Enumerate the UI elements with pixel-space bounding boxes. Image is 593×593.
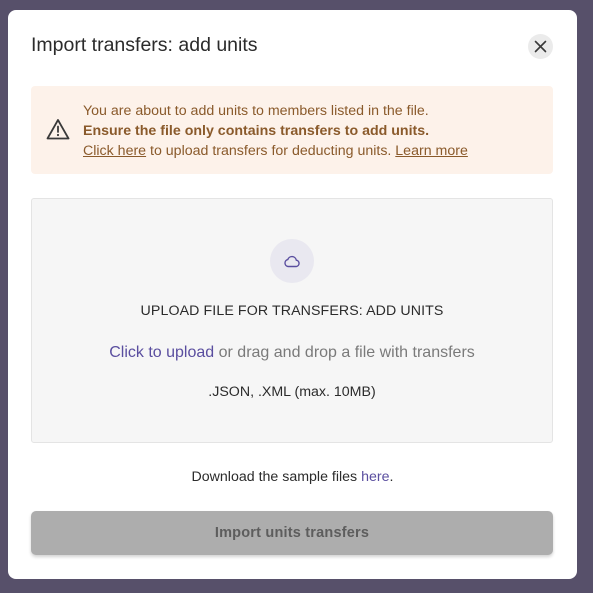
accepted-formats: .JSON, .XML (max. 10MB) xyxy=(208,384,376,400)
sample-files-link[interactable]: here xyxy=(361,469,389,485)
alert-line-3-text: to upload transfers for deducting units. xyxy=(146,143,396,159)
sample-prefix: Download the sample files xyxy=(191,469,362,485)
warning-triangle-icon xyxy=(46,119,70,140)
dropzone-instructions: Click to upload or drag and drop a file … xyxy=(32,344,552,362)
dialog-title: Import transfers: add units xyxy=(31,34,258,56)
click-to-upload-link[interactable]: Click to upload xyxy=(109,344,214,361)
import-units-transfers-button[interactable]: Import units transfers xyxy=(31,511,553,555)
close-button[interactable] xyxy=(528,34,553,59)
close-icon xyxy=(534,40,547,53)
sample-files-text: Download the sample files here. xyxy=(8,469,577,485)
alert-line-2: Ensure the file only contains transfers … xyxy=(83,123,430,139)
deduct-units-link[interactable]: Click here xyxy=(83,143,146,159)
alert-message: You are about to add units to members li… xyxy=(83,101,468,161)
upload-icon-badge xyxy=(270,239,314,283)
learn-more-link[interactable]: Learn more xyxy=(395,143,468,159)
file-dropzone[interactable]: UPLOAD FILE FOR TRANSFERS: ADD UNITS Cli… xyxy=(31,198,553,443)
drag-drop-text: or drag and drop a file with transfers xyxy=(214,344,475,361)
dropzone-title: UPLOAD FILE FOR TRANSFERS: ADD UNITS xyxy=(140,303,444,319)
import-transfers-dialog: Import transfers: add units You are abou… xyxy=(8,10,577,579)
cloud-upload-icon xyxy=(284,255,300,268)
alert-line-1: You are about to add units to members li… xyxy=(83,103,429,119)
alert-line-3: Click here to upload transfers for deduc… xyxy=(83,141,468,161)
warning-alert: You are about to add units to members li… xyxy=(31,86,553,174)
sample-suffix: . xyxy=(389,469,394,485)
